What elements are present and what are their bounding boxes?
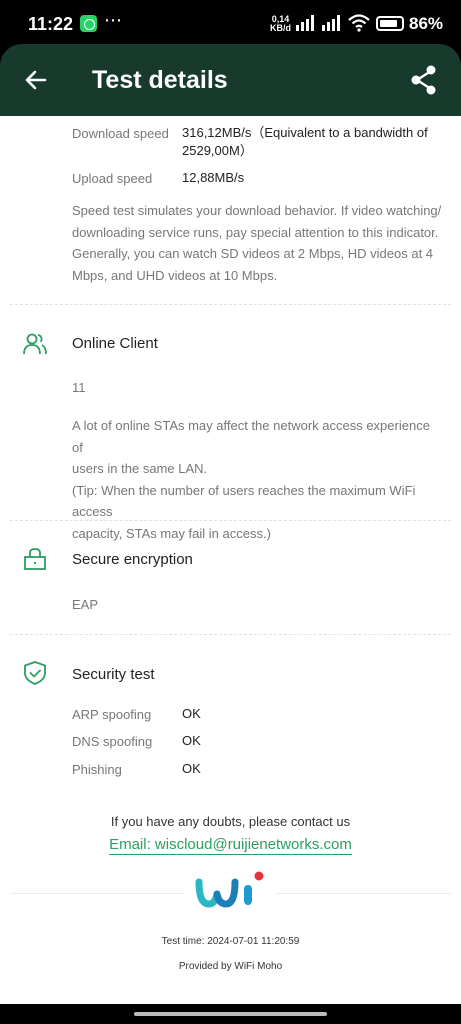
email-link[interactable]: Email: wiscloud@ruijienetworks.com xyxy=(109,836,352,855)
section-divider xyxy=(10,520,451,521)
network-speed-unit: KB/d xyxy=(270,23,291,33)
speed-description: Speed test simulates your download behav… xyxy=(72,200,444,286)
test-time: Test time: 2024-07-01 11:20:59 xyxy=(161,936,300,947)
network-speed: 0,14 KB/d xyxy=(270,15,291,33)
online-client-title: Online Client xyxy=(72,335,158,352)
whatsapp-icon xyxy=(80,15,97,32)
security-item-value: OK xyxy=(182,706,201,721)
status-bar: 11:22 ⋯ 0,14 KB/d 86% xyxy=(0,0,461,46)
back-arrow-icon[interactable] xyxy=(18,62,54,98)
download-speed-value-line2: 2529,00M） xyxy=(182,143,253,158)
footer-divider xyxy=(10,893,185,894)
upload-speed-value: 12,88MB/s xyxy=(182,170,245,185)
wifi-icon xyxy=(348,14,370,32)
online-client-count: 11 xyxy=(72,380,86,395)
download-speed-value: 316,12MB/s（Equivalent to a bandwidth of … xyxy=(182,124,428,160)
download-speed-label: Download speed xyxy=(72,126,169,141)
online-client-description: A lot of online STAs may affect the netw… xyxy=(72,415,444,544)
footer-divider xyxy=(276,893,451,894)
online-client-description-line: A lot of online STAs may affect the netw… xyxy=(72,418,430,455)
users-icon xyxy=(23,333,47,355)
more-notifications-icon: ⋯ xyxy=(104,10,123,30)
share-icon[interactable] xyxy=(406,62,442,98)
security-item-label: Phishing xyxy=(72,762,122,777)
contact-text: If you have any doubts, please contact u… xyxy=(110,814,351,829)
security-item-label: DNS spoofing xyxy=(72,734,153,749)
home-indicator[interactable] xyxy=(134,1012,327,1016)
security-item-value: OK xyxy=(182,761,201,776)
battery-percent: 86% xyxy=(409,14,444,33)
speed-description-line: downloading service runs, pay special at… xyxy=(72,224,439,240)
speed-description-line: Speed test simulates your download behav… xyxy=(72,203,442,218)
lock-icon xyxy=(24,548,46,570)
encryption-title: Secure encryption xyxy=(72,551,193,568)
online-client-description-line: (Tip: When the number of users reaches t… xyxy=(72,482,416,520)
download-speed-value-line1: 316,12MB/s（Equivalent to a bandwidth of xyxy=(182,125,428,140)
app-bar: Test details xyxy=(0,44,461,116)
section-divider xyxy=(10,634,451,635)
security-item-label: ARP spoofing xyxy=(72,707,152,722)
provider-text: Provided by WiFi Moho xyxy=(178,961,283,972)
wifi-moho-logo-icon xyxy=(195,871,264,908)
content: Download speed 316,12MB/s（Equivalent to … xyxy=(0,116,461,1004)
page-title: Test details xyxy=(92,66,228,94)
signal-icon xyxy=(322,15,344,31)
speed-description-line: Mbps, and UHD videos at 10 Mbps. xyxy=(72,267,278,283)
encryption-value: EAP xyxy=(72,597,99,612)
battery-fill xyxy=(380,20,398,27)
security-item-value: OK xyxy=(182,733,201,748)
online-client-description-line: users in the same LAN. xyxy=(72,461,208,476)
section-divider xyxy=(10,304,451,305)
security-test-title: Security test xyxy=(72,666,155,683)
speed-description-line: Generally, you can watch SD videos at 2 … xyxy=(72,246,434,261)
navigation-bar xyxy=(0,1004,461,1024)
online-client-description-line: capacity, STAs may fail in access.) xyxy=(72,525,271,541)
signal-icon xyxy=(296,15,318,31)
upload-speed-label: Upload speed xyxy=(72,171,153,186)
shield-check-icon xyxy=(24,661,46,685)
battery-icon xyxy=(376,16,404,31)
email-link-row: Email: wiscloud@ruijienetworks.com xyxy=(0,836,461,855)
status-time: 11:22 xyxy=(28,14,74,34)
